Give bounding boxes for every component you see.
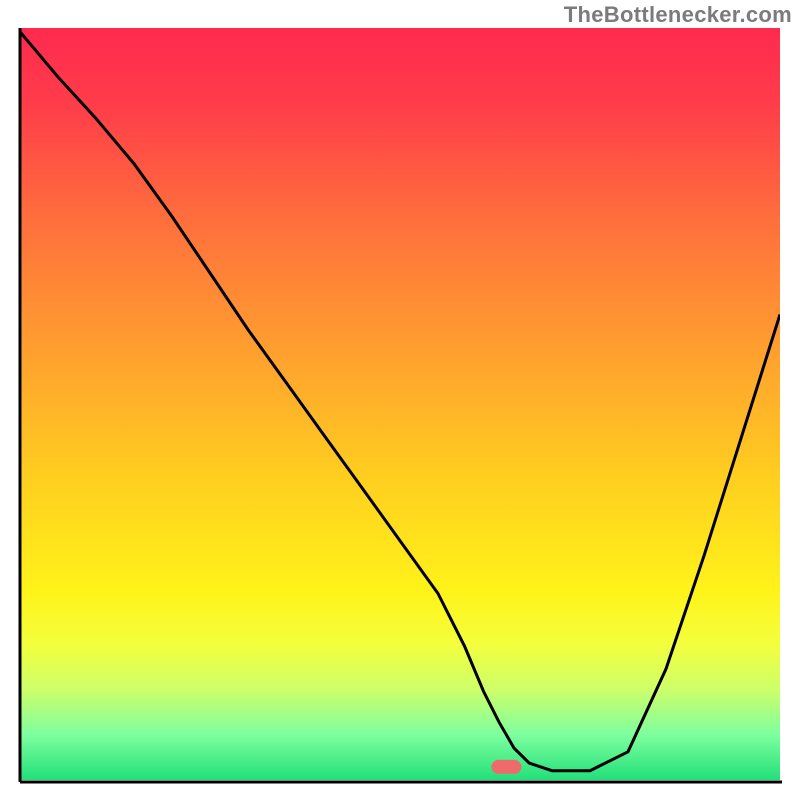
chart-frame: TheBottlenecker.com xyxy=(0,0,800,800)
watermark-text: TheBottlenecker.com xyxy=(564,2,792,28)
optimal-marker xyxy=(491,760,521,774)
bottleneck-chart xyxy=(0,0,800,800)
